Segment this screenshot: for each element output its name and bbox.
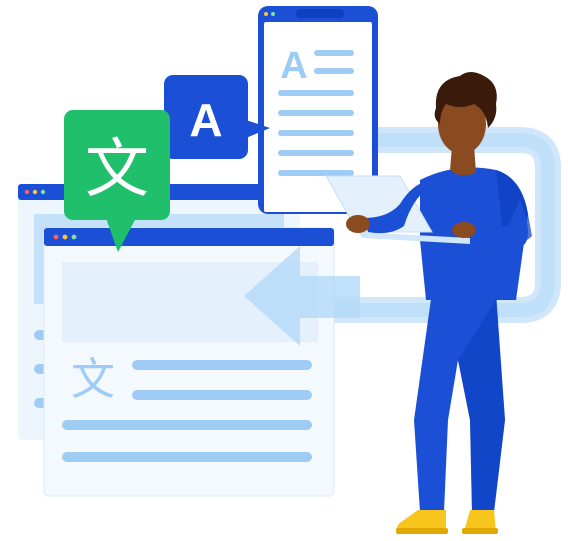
translation-illustration: A A 文 文 bbox=[18, 6, 561, 534]
source-glyph: 文 bbox=[85, 133, 149, 207]
target-glyph: A bbox=[189, 94, 222, 146]
translate-target-bubble-icon: A bbox=[164, 75, 270, 159]
doc-letter: A bbox=[280, 45, 307, 87]
doc-glyph-small: 文 bbox=[71, 354, 115, 405]
